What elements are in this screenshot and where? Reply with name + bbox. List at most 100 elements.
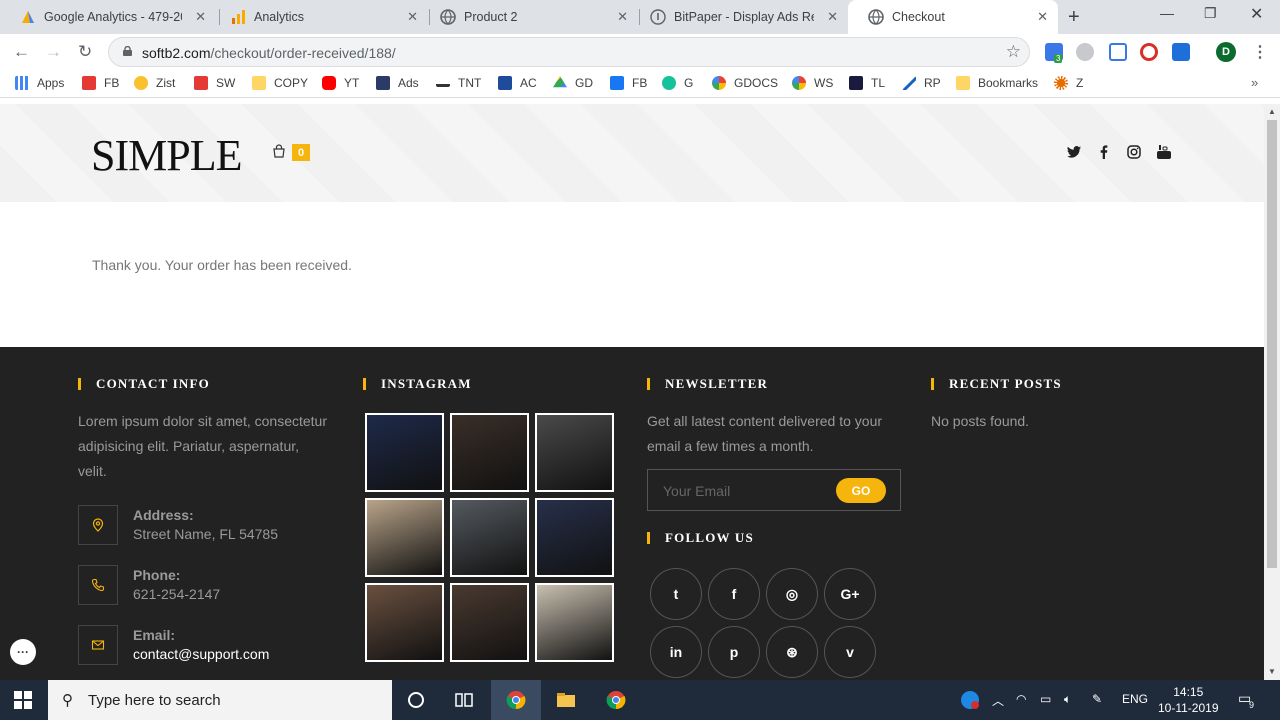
file-explorer-icon[interactable] xyxy=(556,690,576,710)
bookmark-fb-2[interactable]: FB xyxy=(610,76,647,90)
pinterest-circle-button[interactable]: p xyxy=(708,626,760,678)
restore-icon[interactable]: ❐ xyxy=(1204,5,1217,22)
extension-screen-icon[interactable] xyxy=(1109,43,1127,61)
instagram-photo[interactable] xyxy=(535,413,614,492)
instagram-photo[interactable] xyxy=(535,583,614,662)
chat-bubble-button[interactable]: ··· xyxy=(10,639,36,665)
close-tab-icon[interactable]: ✕ xyxy=(407,9,418,25)
profile-avatar[interactable]: D xyxy=(1216,42,1236,62)
phone-value[interactable]: 621-254-2147 xyxy=(133,586,220,602)
twitter-icon[interactable] xyxy=(1066,144,1082,160)
bookmark-gdocs[interactable]: GDOCS xyxy=(712,76,778,90)
email-link[interactable]: contact@support.com xyxy=(133,646,269,662)
bookmark-bookmarks[interactable]: Bookmarks xyxy=(956,76,1038,90)
reload-icon[interactable]: ↻ xyxy=(78,42,92,62)
cortana-icon[interactable] xyxy=(406,690,426,710)
youtube-icon[interactable] xyxy=(1156,144,1172,160)
taskbar-clock[interactable]: 14:15 10-11-2019 xyxy=(1158,684,1219,716)
bookmark-rp[interactable]: RP xyxy=(902,76,941,90)
linkedin-circle-button[interactable]: in xyxy=(650,626,702,678)
newsletter-email-input[interactable]: Your Email GO xyxy=(647,469,901,511)
battery-icon[interactable]: ▭ xyxy=(1040,692,1051,706)
close-tab-icon[interactable]: ✕ xyxy=(195,9,206,25)
instagram-icon[interactable] xyxy=(1126,144,1142,160)
no-posts-text: No posts found. xyxy=(931,413,1030,429)
taskbar-search-box[interactable]: ⚲ Type here to search xyxy=(48,680,392,720)
volume-icon[interactable]: 🔈︎ xyxy=(1064,692,1071,707)
tab-google-analytics[interactable]: Google Analytics - 479-207 ✕ xyxy=(0,0,216,34)
bookmark-fb[interactable]: FB xyxy=(82,76,119,90)
close-tab-icon[interactable]: ✕ xyxy=(1037,9,1048,25)
facebook-icon[interactable] xyxy=(1096,144,1112,160)
bookmarks-bar: Apps FB Zist SW COPY YT Ads TNT AC GD FB… xyxy=(0,70,1280,98)
bookmark-copy[interactable]: COPY xyxy=(252,76,308,90)
contact-info-text: Lorem ipsum dolor sit amet, consectetur … xyxy=(78,413,327,479)
instagram-photo[interactable] xyxy=(450,583,529,662)
bookmark-z[interactable]: Z xyxy=(1054,76,1083,90)
close-tab-icon[interactable]: ✕ xyxy=(827,9,838,25)
chrome-icon[interactable] xyxy=(606,690,626,710)
dribbble-circle-button[interactable]: ⊛ xyxy=(766,626,818,678)
extension-shield-icon[interactable] xyxy=(1076,43,1094,61)
vimeo-circle-button[interactable]: v xyxy=(824,626,876,678)
facebook-circle-button[interactable]: f xyxy=(708,568,760,620)
extension-spiral-icon[interactable] xyxy=(1140,43,1158,61)
bookmark-tl[interactable]: TL xyxy=(849,76,885,90)
google-plus-circle-button[interactable]: G+ xyxy=(824,568,876,620)
wifi-icon[interactable]: ◠ xyxy=(1016,692,1026,706)
minimize-icon[interactable]: — xyxy=(1160,5,1174,21)
bookmark-yt[interactable]: YT xyxy=(322,76,359,90)
close-window-icon[interactable]: ✕ xyxy=(1250,4,1263,24)
bookmark-zist[interactable]: Zist xyxy=(134,76,175,90)
menu-kebab-icon[interactable]: ⋮ xyxy=(1252,42,1268,62)
task-view-icon[interactable] xyxy=(454,690,474,710)
close-tab-icon[interactable]: ✕ xyxy=(617,9,628,25)
scroll-down-icon[interactable]: ▼ xyxy=(1268,667,1276,676)
site-logo[interactable]: SIMPLE xyxy=(91,130,242,181)
tab-checkout[interactable]: Checkout ✕ xyxy=(848,0,1058,34)
new-tab-icon[interactable]: + xyxy=(1068,6,1080,29)
bookmark-g[interactable]: G xyxy=(662,76,693,90)
back-icon[interactable]: ← xyxy=(13,42,30,62)
instagram-photo[interactable] xyxy=(365,498,444,577)
google-drive-icon xyxy=(553,76,567,88)
extension-s-icon[interactable] xyxy=(1172,43,1190,61)
bookmark-sw[interactable]: SW xyxy=(194,76,235,90)
instagram-photo[interactable] xyxy=(450,413,529,492)
tab-product-2[interactable]: Product 2 ✕ xyxy=(420,0,638,34)
address-bar[interactable]: softb2.com/checkout/order-received/188/ … xyxy=(108,37,1030,67)
windows-start-icon[interactable] xyxy=(14,691,32,709)
recent-posts-heading: RECENT POSTS xyxy=(931,376,1062,392)
grammarly-icon xyxy=(662,76,676,90)
instagram-photo[interactable] xyxy=(450,498,529,577)
phone-icon xyxy=(91,578,105,592)
analytics-icon xyxy=(232,10,245,24)
bookmarks-overflow-icon[interactable]: » xyxy=(1251,75,1258,90)
bookmark-gd[interactable]: GD xyxy=(553,76,593,90)
help-icon[interactable] xyxy=(960,690,980,710)
instagram-photo[interactable] xyxy=(535,498,614,577)
bookmark-ac[interactable]: AC xyxy=(498,76,537,90)
bookmark-tnt[interactable]: TNT xyxy=(436,76,481,90)
bookmark-ads[interactable]: Ads xyxy=(376,76,419,90)
bookmark-ws[interactable]: WS xyxy=(792,76,833,90)
scrollbar-thumb[interactable] xyxy=(1267,120,1277,568)
scroll-up-icon[interactable]: ▲ xyxy=(1268,107,1276,116)
bookmark-apps[interactable]: Apps xyxy=(15,76,64,90)
tray-expand-icon[interactable]: ︿ xyxy=(992,692,1004,709)
cart-bag-icon[interactable] xyxy=(272,144,286,158)
forward-icon[interactable]: → xyxy=(45,42,62,62)
instagram-circle-button[interactable]: ◎ xyxy=(766,568,818,620)
chrome-taskbar-active[interactable] xyxy=(491,680,541,720)
newsletter-go-button[interactable]: GO xyxy=(836,478,886,503)
instagram-photo[interactable] xyxy=(365,583,444,662)
twitter-circle-button[interactable]: t xyxy=(650,568,702,620)
language-indicator[interactable]: ENG xyxy=(1122,692,1148,706)
tab-analytics[interactable]: Analytics ✕ xyxy=(210,0,428,34)
page-scrollbar[interactable]: ▲ ▼ xyxy=(1264,104,1280,680)
instagram-photo[interactable] xyxy=(365,413,444,492)
pen-icon[interactable]: ✎ xyxy=(1092,692,1102,706)
bookmark-star-icon[interactable]: ☆ xyxy=(1006,42,1021,62)
bookmark-label: Bookmarks xyxy=(978,76,1039,90)
tab-bitpaper[interactable]: BitPaper - Display Ads Rem ✕ xyxy=(630,0,848,34)
